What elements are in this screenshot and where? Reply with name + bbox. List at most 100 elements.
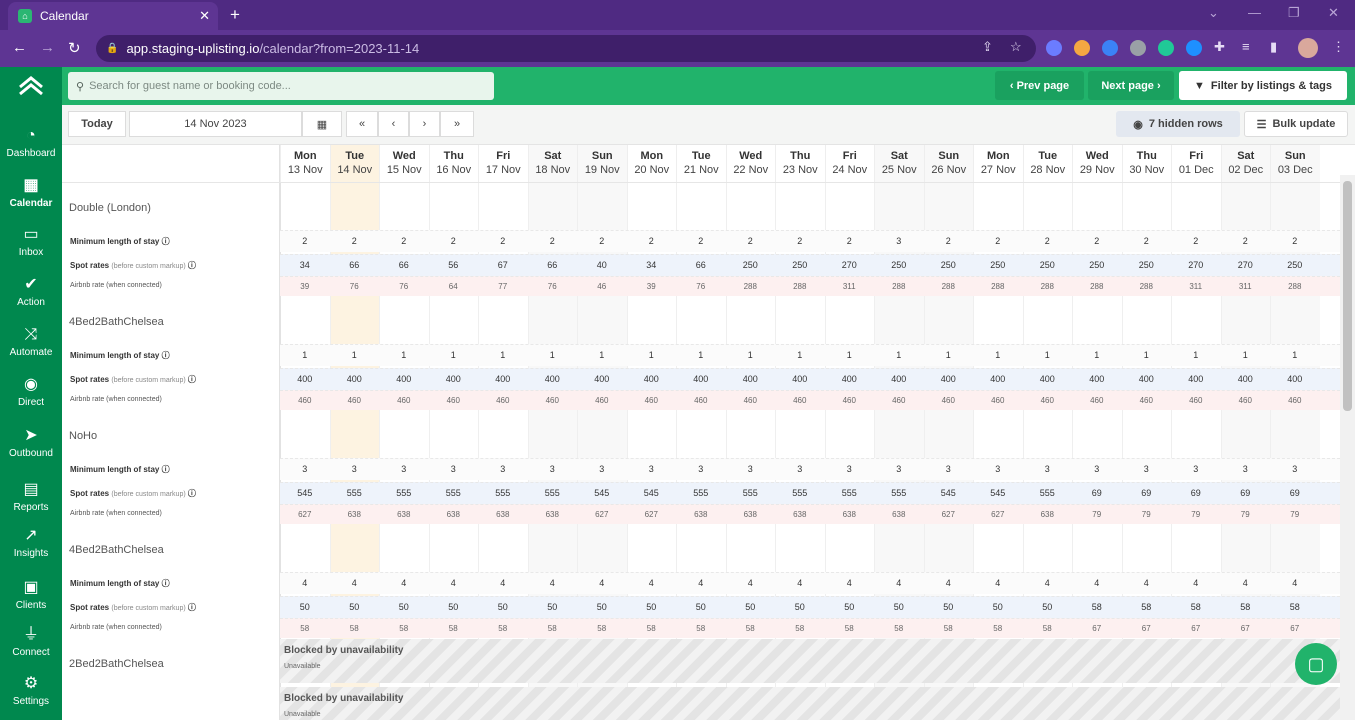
min-stay-cell[interactable]: 1 bbox=[676, 350, 726, 360]
min-stay-cell[interactable]: 3 bbox=[1072, 464, 1122, 474]
spot-rate-cell[interactable]: 270 bbox=[1221, 260, 1271, 270]
day-header[interactable]: Mon 27 Nov bbox=[973, 145, 1023, 182]
airbnb-rate-cell[interactable]: 79 bbox=[1171, 510, 1221, 519]
spot-rate-cell[interactable]: 250 bbox=[1072, 260, 1122, 270]
min-stay-cell[interactable]: 1 bbox=[528, 350, 578, 360]
airbnb-rate-cell[interactable]: 67 bbox=[1270, 624, 1320, 633]
min-stay-cell[interactable]: 3 bbox=[379, 464, 429, 474]
airbnb-rate-cell[interactable]: 460 bbox=[973, 396, 1023, 405]
min-stay-cell[interactable]: 4 bbox=[1270, 578, 1320, 588]
airbnb-rate-cell[interactable]: 79 bbox=[1122, 510, 1172, 519]
airbnb-rate-cell[interactable]: 460 bbox=[1270, 396, 1320, 405]
spot-rate-cell[interactable]: 555 bbox=[825, 488, 875, 498]
spot-rate-cell[interactable]: 40 bbox=[577, 260, 627, 270]
info-icon[interactable]: ⓘ bbox=[186, 489, 196, 498]
day-header[interactable]: Wed 22 Nov bbox=[725, 145, 776, 182]
airbnb-rate-cell[interactable]: 67 bbox=[1171, 624, 1221, 633]
spot-rate-cell[interactable]: 400 bbox=[280, 374, 330, 384]
day-header[interactable]: Sun 03 Dec bbox=[1270, 145, 1320, 182]
min-stay-cell[interactable]: 3 bbox=[577, 464, 627, 474]
min-stay-cell[interactable]: 3 bbox=[429, 464, 479, 474]
site-info-icon[interactable]: 🔒 bbox=[106, 43, 118, 54]
sidebar-item-action[interactable]: ✔ Action bbox=[0, 276, 62, 308]
min-stay-cell[interactable]: 2 bbox=[1171, 236, 1221, 246]
spot-rate-cell[interactable]: 555 bbox=[330, 488, 380, 498]
airbnb-rate-cell[interactable]: 79 bbox=[1072, 510, 1122, 519]
airbnb-rate-cell[interactable]: 460 bbox=[1072, 396, 1122, 405]
airbnb-rate-cell[interactable]: 460 bbox=[1122, 396, 1172, 405]
spot-rate-cell[interactable]: 400 bbox=[330, 374, 380, 384]
min-stay-cell[interactable]: 3 bbox=[874, 236, 924, 246]
spot-rate-cell[interactable]: 400 bbox=[1122, 374, 1172, 384]
min-stay-cell[interactable]: 4 bbox=[528, 578, 578, 588]
airbnb-rate-cell[interactable]: 460 bbox=[280, 396, 330, 405]
airbnb-rate-cell[interactable]: 638 bbox=[825, 510, 875, 519]
spot-rate-cell[interactable]: 50 bbox=[330, 602, 380, 612]
min-stay-cell[interactable]: 1 bbox=[726, 350, 776, 360]
min-stay-cell[interactable]: 3 bbox=[478, 464, 528, 474]
prev-page-button[interactable]: ‹ Prev page bbox=[995, 71, 1084, 100]
spot-rate-cell[interactable]: 400 bbox=[825, 374, 875, 384]
day-header[interactable]: Sun 19 Nov bbox=[577, 145, 627, 182]
sidebar-item-inbox[interactable]: ▭ Inbox bbox=[0, 226, 62, 258]
airbnb-rate-cell[interactable]: 58 bbox=[924, 624, 974, 633]
spot-rate-cell[interactable]: 34 bbox=[280, 260, 330, 270]
browser-tab[interactable]: ⌂ Calendar ✕ bbox=[8, 2, 218, 30]
sidebar-item-reports[interactable]: ▤ Reports bbox=[0, 481, 62, 513]
sidebar-item-connect[interactable]: ⏚ Connect bbox=[0, 626, 62, 658]
airbnb-rate-cell[interactable]: 638 bbox=[775, 510, 825, 519]
spot-rate-cell[interactable]: 66 bbox=[379, 260, 429, 270]
back-icon[interactable]: ← bbox=[12, 39, 27, 56]
min-stay-cell[interactable]: 1 bbox=[924, 350, 974, 360]
airbnb-rate-cell[interactable]: 638 bbox=[726, 510, 776, 519]
airbnb-rate-cell[interactable]: 460 bbox=[825, 396, 875, 405]
min-stay-cell[interactable]: 4 bbox=[330, 578, 380, 588]
spot-rate-cell[interactable]: 69 bbox=[1270, 488, 1320, 498]
min-stay-cell[interactable]: 1 bbox=[280, 350, 330, 360]
airbnb-rate-cell[interactable]: 58 bbox=[577, 624, 627, 633]
day-header[interactable]: Sat 02 Dec bbox=[1220, 145, 1271, 182]
reload-icon[interactable]: ↻ bbox=[68, 39, 81, 57]
min-stay-cell[interactable]: 2 bbox=[775, 236, 825, 246]
airbnb-rate-cell[interactable]: 311 bbox=[1171, 282, 1221, 291]
spot-rate-cell[interactable]: 250 bbox=[973, 260, 1023, 270]
spot-rate-cell[interactable]: 69 bbox=[1072, 488, 1122, 498]
min-stay-cell[interactable]: 4 bbox=[478, 578, 528, 588]
info-icon[interactable]: ⓘ bbox=[186, 375, 196, 384]
airbnb-rate-cell[interactable]: 288 bbox=[973, 282, 1023, 291]
extension-6-icon[interactable] bbox=[1186, 40, 1202, 56]
spot-rate-cell[interactable]: 400 bbox=[1072, 374, 1122, 384]
chevron-down-icon[interactable]: ⌄ bbox=[1208, 5, 1219, 21]
spot-rate-cell[interactable]: 400 bbox=[874, 374, 924, 384]
info-icon[interactable]: ⓘ bbox=[159, 579, 170, 588]
min-stay-cell[interactable]: 2 bbox=[429, 236, 479, 246]
airbnb-rate-cell[interactable]: 58 bbox=[825, 624, 875, 633]
airbnb-rate-cell[interactable]: 58 bbox=[478, 624, 528, 633]
spot-rate-cell[interactable]: 50 bbox=[874, 602, 924, 612]
day-header[interactable]: Fri 17 Nov bbox=[478, 145, 528, 182]
first-page-button[interactable]: « bbox=[346, 111, 378, 137]
spot-rate-cell[interactable]: 555 bbox=[478, 488, 528, 498]
info-icon[interactable]: ⓘ bbox=[159, 465, 170, 474]
date-picker-button[interactable]: ▦ bbox=[302, 111, 342, 137]
day-header[interactable]: Thu 30 Nov bbox=[1121, 145, 1172, 182]
airbnb-rate-cell[interactable]: 288 bbox=[726, 282, 776, 291]
min-stay-cell[interactable]: 2 bbox=[330, 236, 380, 246]
min-stay-cell[interactable]: 3 bbox=[874, 464, 924, 474]
listing-name[interactable]: 4Bed2BathChelsea bbox=[69, 544, 164, 556]
sidebar-item-clients[interactable]: ▣ Clients bbox=[0, 579, 62, 611]
spot-rate-cell[interactable]: 400 bbox=[478, 374, 528, 384]
min-stay-cell[interactable]: 2 bbox=[280, 236, 330, 246]
min-stay-cell[interactable]: 1 bbox=[973, 350, 1023, 360]
spot-rate-cell[interactable]: 50 bbox=[726, 602, 776, 612]
min-stay-cell[interactable]: 4 bbox=[825, 578, 875, 588]
min-stay-cell[interactable]: 1 bbox=[429, 350, 479, 360]
sidebar-item-direct[interactable]: ◉ Direct bbox=[0, 376, 62, 408]
spot-rate-cell[interactable]: 400 bbox=[1171, 374, 1221, 384]
scrollbar-thumb[interactable] bbox=[1343, 181, 1352, 411]
airbnb-rate-cell[interactable]: 77 bbox=[478, 282, 528, 291]
spot-rate-cell[interactable]: 50 bbox=[627, 602, 677, 612]
min-stay-cell[interactable]: 3 bbox=[1122, 464, 1172, 474]
spot-rate-cell[interactable]: 400 bbox=[577, 374, 627, 384]
airbnb-rate-cell[interactable]: 67 bbox=[1122, 624, 1172, 633]
